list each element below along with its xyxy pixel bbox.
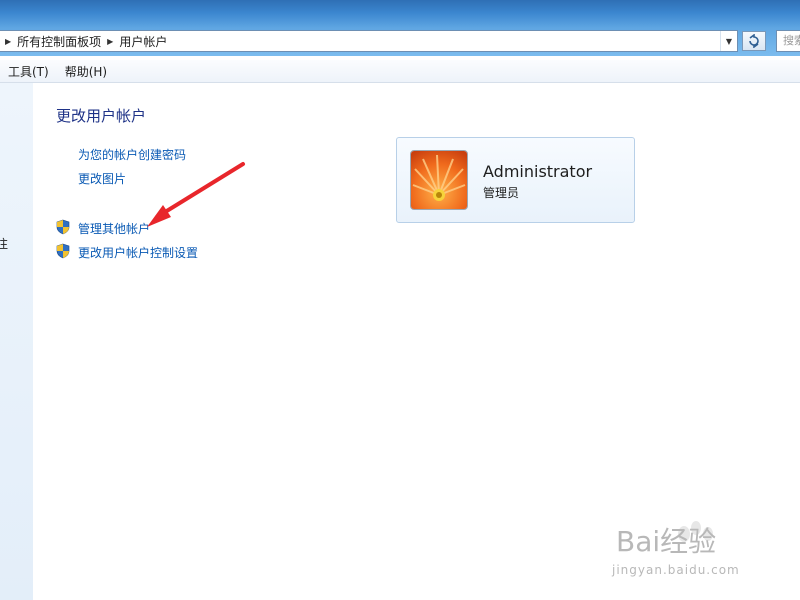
left-nav-item[interactable]: 往	[0, 235, 8, 252]
menu-help[interactable]: 帮助(H)	[57, 63, 115, 80]
window-title-bar	[0, 0, 800, 28]
change-picture-link[interactable]: 更改图片	[78, 170, 126, 187]
breadcrumb-separator-icon[interactable]: ▶	[107, 37, 113, 46]
search-input[interactable]: 搜索	[776, 30, 800, 52]
account-role: 管理员	[483, 186, 520, 200]
watermark-brand: Bai经验	[616, 525, 717, 558]
address-bar[interactable]: ▶ 所有控制面板项 ▶ 用户帐户 ▼	[0, 30, 738, 52]
address-dropdown-icon[interactable]: ▼	[720, 31, 737, 51]
breadcrumb-user-accounts[interactable]: 用户帐户	[119, 33, 167, 50]
account-name: Administrator	[483, 162, 593, 181]
account-card[interactable]: Administrator 管理员	[396, 137, 635, 223]
page-title: 更改用户帐户	[56, 107, 147, 125]
left-nav-pane: 往	[0, 83, 33, 600]
uac-shield-icon	[56, 243, 70, 259]
avatar[interactable]	[410, 150, 468, 210]
breadcrumb-separator-icon[interactable]: ▶	[5, 37, 11, 46]
uac-settings-link[interactable]: 更改用户帐户控制设置	[78, 244, 198, 261]
address-row: ▶ 所有控制面板项 ▶ 用户帐户 ▼ 搜索	[0, 28, 800, 56]
refresh-icon	[749, 34, 759, 48]
menu-tools[interactable]: 工具(T)	[0, 63, 57, 80]
flower-picture-icon	[411, 151, 467, 209]
red-arrow-annotation	[147, 162, 245, 227]
watermark-url: jingyan.baidu.com	[612, 563, 740, 577]
uac-shield-icon	[56, 219, 70, 235]
breadcrumb-control-panel[interactable]: 所有控制面板项	[17, 33, 101, 50]
menu-bar: 工具(T) 帮助(H)	[0, 60, 800, 83]
refresh-button[interactable]	[742, 31, 766, 51]
